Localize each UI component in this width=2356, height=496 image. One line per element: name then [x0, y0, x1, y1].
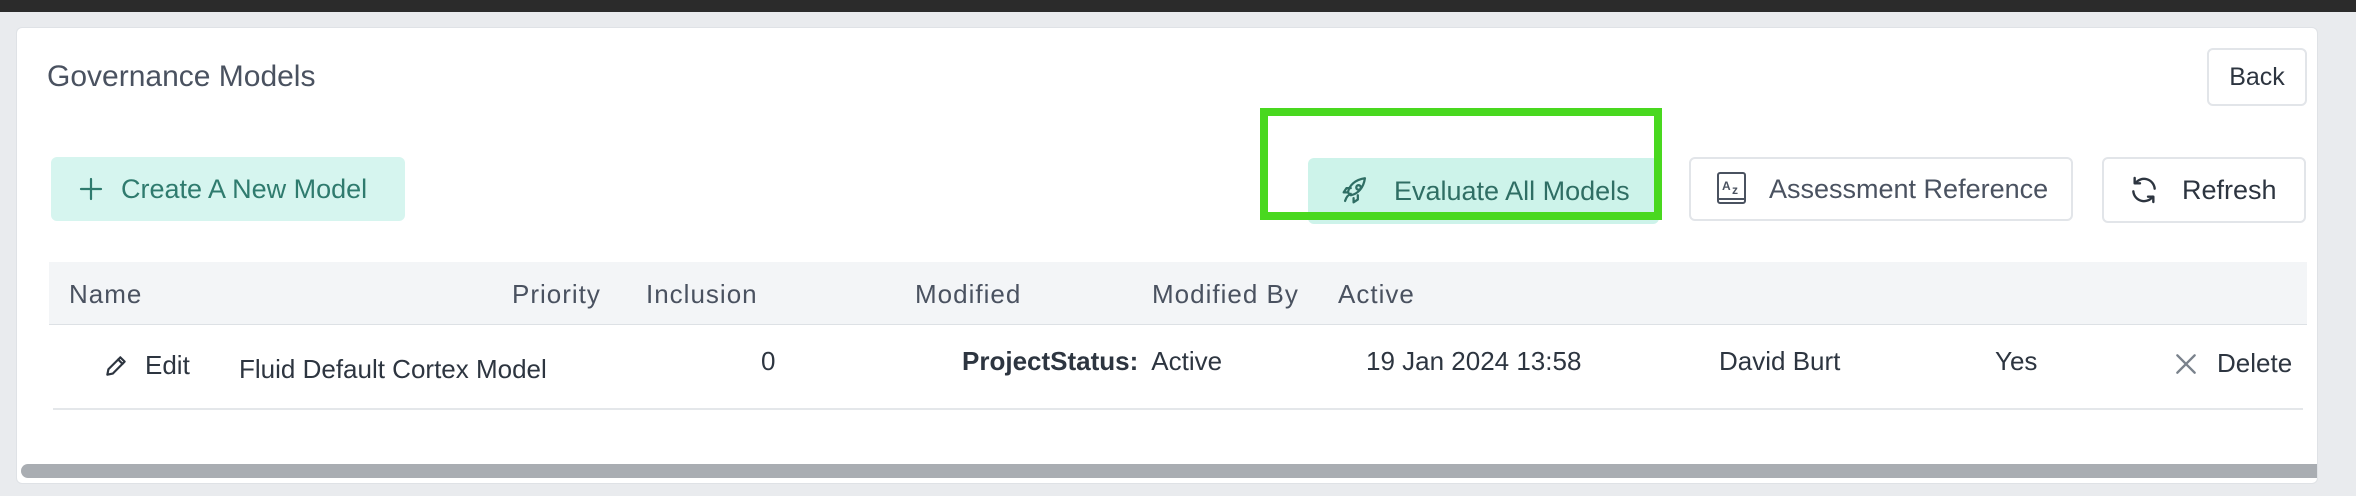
horizontal-scrollbar[interactable]: [21, 464, 2317, 478]
close-icon: [2173, 351, 2199, 377]
delete-button[interactable]: Delete: [2173, 348, 2292, 379]
model-name: Fluid Default Cortex Model: [239, 354, 547, 384]
model-priority: 0: [761, 346, 776, 376]
model-inclusion: ProjectStatus: Active: [962, 346, 1222, 377]
plus-icon: [79, 177, 103, 201]
create-model-button[interactable]: Create A New Model: [51, 157, 405, 221]
create-model-label: Create A New Model: [121, 173, 368, 204]
column-header-inclusion[interactable]: Inclusion: [646, 279, 758, 310]
back-button[interactable]: Back: [2207, 48, 2307, 106]
refresh-button[interactable]: Refresh: [2102, 157, 2306, 223]
model-modified: 19 Jan 2024 13:58: [1366, 346, 1582, 376]
column-header-priority[interactable]: Priority: [512, 279, 601, 310]
governance-models-panel: Governance Models Back Create A New Mode…: [16, 27, 2318, 484]
svg-text:z: z: [1732, 183, 1738, 197]
assessment-reference-button[interactable]: A z Assessment Reference: [1689, 157, 2073, 221]
edit-button[interactable]: Edit: [103, 350, 190, 381]
inclusion-key: ProjectStatus:: [962, 346, 1139, 376]
svg-text:A: A: [1722, 179, 1731, 193]
column-header-active[interactable]: Active: [1338, 279, 1415, 310]
model-active: Yes: [1995, 346, 2038, 376]
column-header-name[interactable]: Name: [69, 279, 142, 310]
highlight-box: [1260, 108, 1662, 220]
inclusion-value: Active: [1151, 346, 1223, 376]
page-title: Governance Models: [47, 60, 316, 93]
column-header-modified-by[interactable]: Modified By: [1152, 279, 1299, 310]
table-header: Name Priority Inclusion Modified Modifie…: [49, 262, 2307, 325]
refresh-label: Refresh: [2182, 174, 2277, 205]
column-header-modified[interactable]: Modified: [915, 279, 1021, 310]
table-row: Edit Fluid Default Cortex Model 0 Projec…: [53, 324, 2303, 410]
pencil-icon: [103, 353, 129, 379]
az-book-icon: A z: [1715, 171, 1749, 207]
assessment-reference-label: Assessment Reference: [1769, 173, 2049, 204]
edit-label: Edit: [145, 350, 190, 380]
refresh-icon: [2128, 174, 2160, 206]
delete-label: Delete: [2217, 348, 2293, 378]
model-modified-by: David Burt: [1719, 346, 1841, 376]
